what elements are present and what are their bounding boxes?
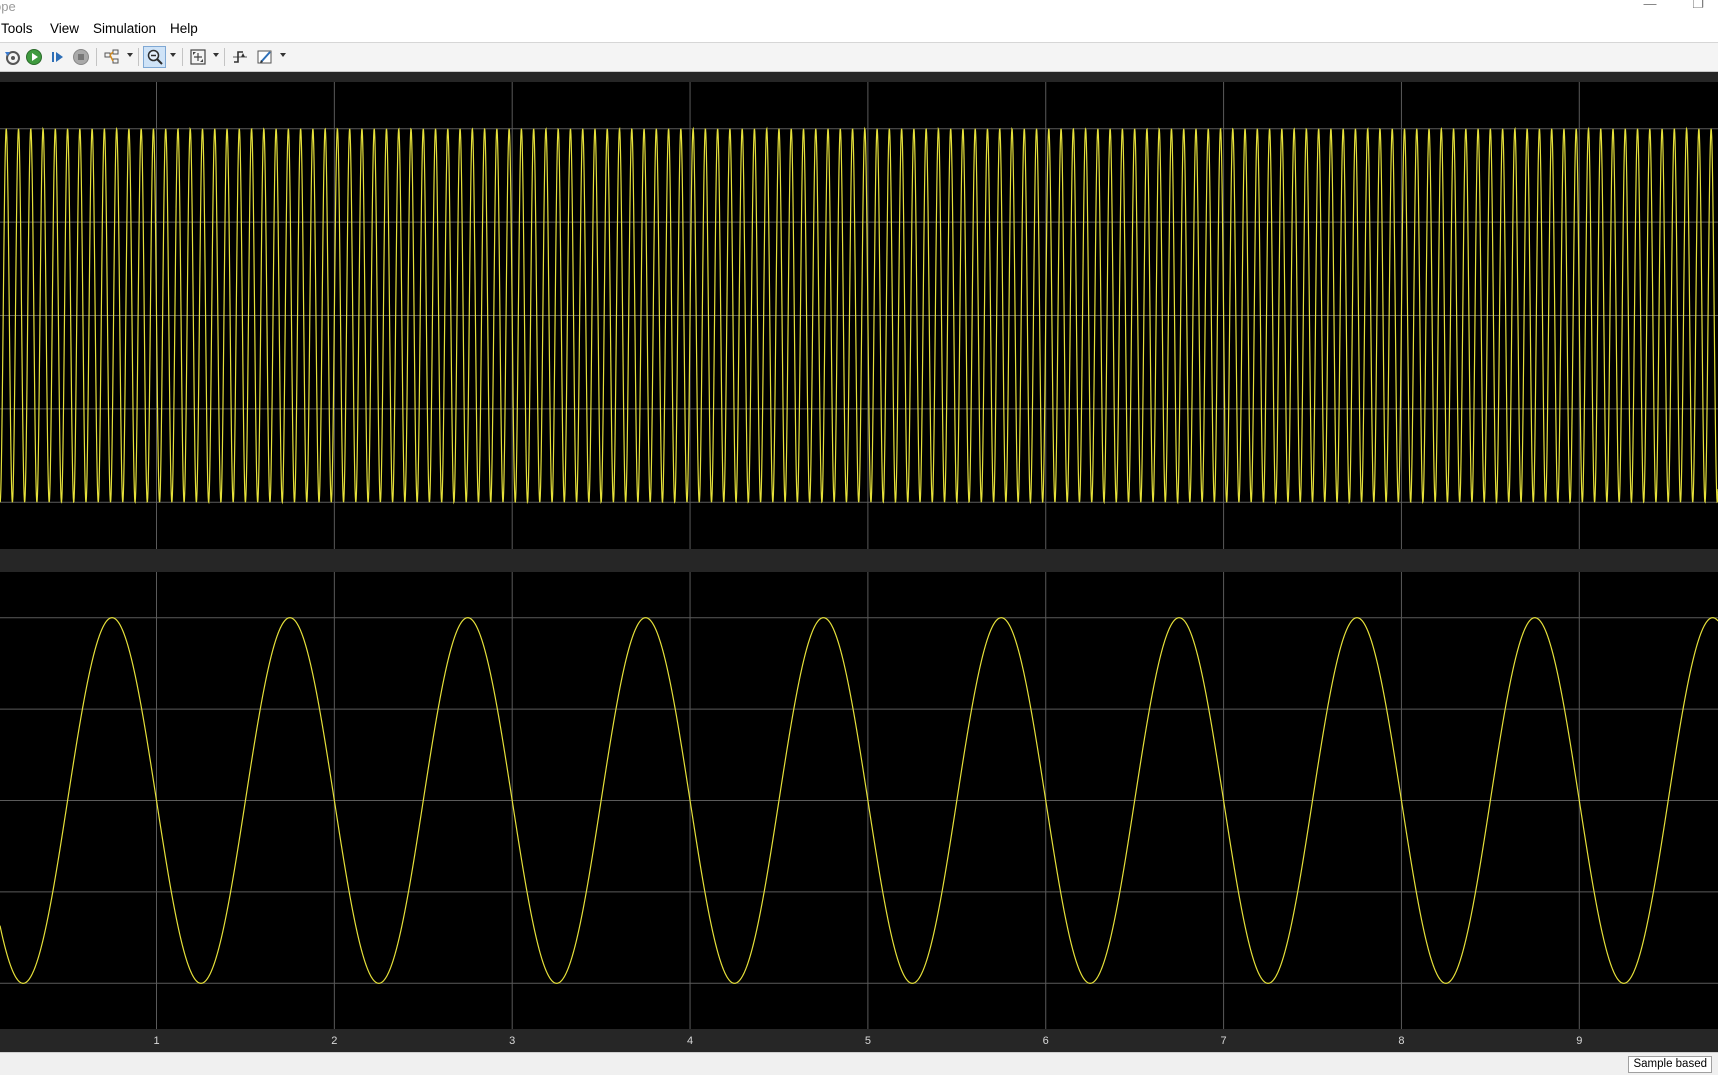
scope-plots: 1 2 3 4 5 6 7 8 9 <box>0 82 1718 1047</box>
highlight-dropdown-icon[interactable] <box>127 53 133 57</box>
toolbar-separator <box>96 48 97 66</box>
run-button[interactable] <box>24 46 44 68</box>
step-forward-button[interactable] <box>48 46 68 68</box>
restore-icon[interactable]: ❐ <box>1688 0 1708 12</box>
menu-tools[interactable]: Tools <box>1 21 33 36</box>
zoom-in-icon <box>147 49 163 65</box>
menu-help[interactable]: Help <box>170 21 198 36</box>
fit-to-view-button[interactable] <box>188 46 208 68</box>
zoom-dropdown-icon[interactable] <box>170 53 176 57</box>
cursor-measurements-icon <box>257 50 272 64</box>
highlight-button[interactable] <box>102 46 122 68</box>
toolbar <box>0 43 1718 72</box>
cursor-measurements-button[interactable] <box>254 46 276 68</box>
fit-to-view-icon <box>190 49 206 65</box>
title-bar: ope — ❐ <box>0 0 1718 14</box>
window-title: ope <box>0 0 16 14</box>
triggers-icon <box>233 51 247 63</box>
x-tick-label: 3 <box>509 1035 515 1047</box>
x-tick-label: 2 <box>331 1035 337 1047</box>
stop-icon <box>73 49 89 65</box>
x-tick-label: 8 <box>1398 1035 1404 1047</box>
x-tick-labels: 1 2 3 4 5 6 7 8 9 <box>153 1035 1582 1047</box>
highlight-icon <box>104 49 119 64</box>
minimize-icon[interactable]: — <box>1640 0 1660 11</box>
axes-bottom[interactable] <box>0 572 1718 1029</box>
measurements-dropdown-icon[interactable] <box>280 53 286 57</box>
stop-button[interactable] <box>71 46 91 68</box>
settings-restore-icon <box>5 51 20 65</box>
x-tick-label: 4 <box>687 1035 693 1047</box>
status-mode: Sample based <box>1628 1056 1712 1073</box>
x-tick-label: 5 <box>865 1035 871 1047</box>
status-bar: Sample based <box>0 1052 1718 1075</box>
x-tick-label: 9 <box>1576 1035 1582 1047</box>
triggers-button[interactable] <box>230 46 250 68</box>
toolbar-separator <box>224 48 225 66</box>
menu-simulation[interactable]: Simulation <box>93 21 156 36</box>
step-forward-icon <box>52 52 63 62</box>
menu-view[interactable]: View <box>50 21 79 36</box>
menu-bar: Tools View Simulation Help <box>0 16 1718 43</box>
settings-restore-button[interactable] <box>2 46 22 68</box>
run-icon <box>26 49 42 65</box>
x-tick-label: 6 <box>1043 1035 1049 1047</box>
zoom-in-button[interactable] <box>143 46 166 68</box>
toolbar-separator <box>182 48 183 66</box>
toolbar-separator <box>138 48 139 66</box>
x-tick-label: 7 <box>1221 1035 1227 1047</box>
axes-top[interactable] <box>0 82 1718 549</box>
fit-dropdown-icon[interactable] <box>213 53 219 57</box>
x-tick-label: 1 <box>153 1035 159 1047</box>
